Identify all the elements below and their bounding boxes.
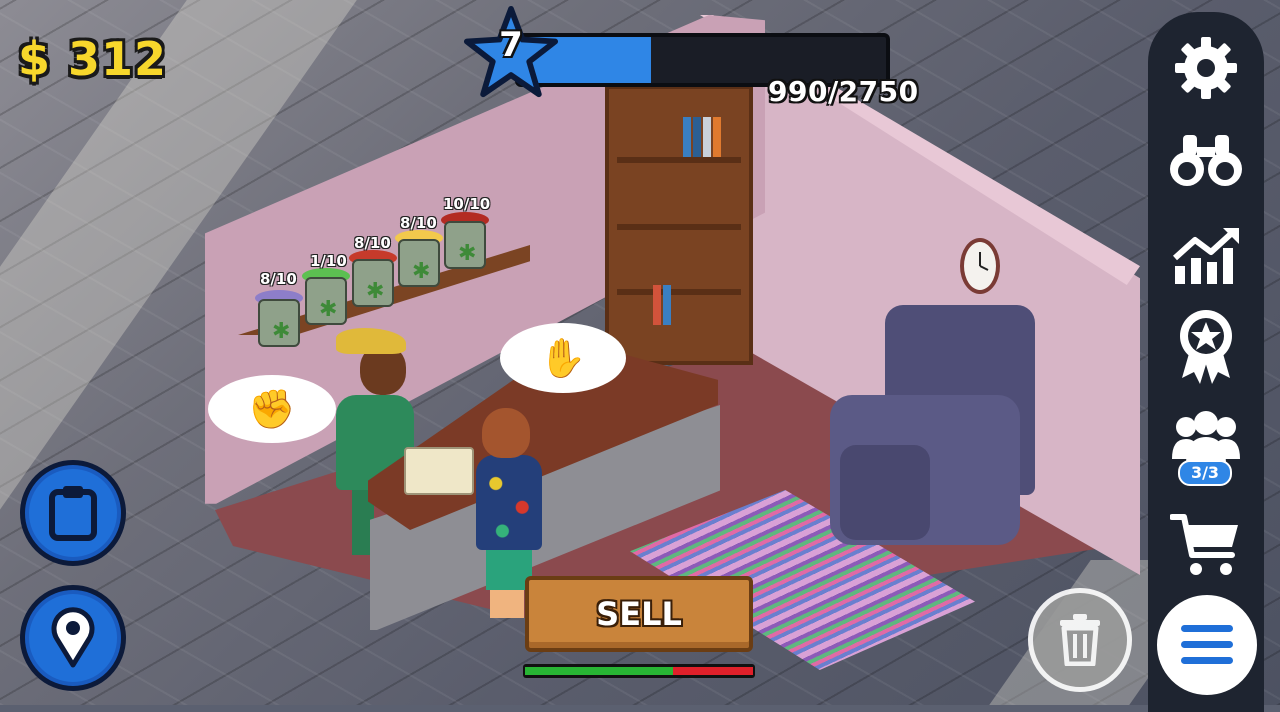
statistics-button[interactable] bbox=[1165, 220, 1247, 292]
cash-register bbox=[404, 447, 474, 495]
jar-stock-label: 8/10 bbox=[260, 270, 297, 288]
jar-body: ✱ bbox=[258, 299, 300, 347]
sell-button[interactable]: SELL bbox=[525, 576, 753, 652]
fist-icon: ✊ bbox=[248, 386, 296, 431]
bookcase-shelf bbox=[617, 289, 741, 295]
wall-clock bbox=[960, 238, 1000, 294]
leaf-icon: ✱ bbox=[319, 297, 338, 322]
product-jar[interactable]: ✱ bbox=[441, 212, 489, 270]
shop-button[interactable] bbox=[1165, 510, 1247, 582]
raised-hand-icon: ✋ bbox=[539, 335, 587, 380]
jar-stock-label: 8/10 bbox=[354, 234, 391, 252]
leaf-icon: ✱ bbox=[366, 279, 385, 304]
stats-chart-icon bbox=[1172, 228, 1239, 284]
deal-meter-red bbox=[673, 667, 753, 675]
jar-body: ✱ bbox=[398, 239, 440, 287]
jar-stock-label: 10/10 bbox=[443, 195, 491, 213]
seller-speech-bubble: ✊ bbox=[208, 375, 336, 443]
jar-stock-label: 1/10 bbox=[310, 252, 347, 270]
map-pin-icon bbox=[51, 607, 95, 668]
money-counter: $ 312 bbox=[18, 32, 168, 86]
product-jar[interactable]: ✱ bbox=[349, 250, 397, 308]
books bbox=[683, 117, 721, 157]
customer-legs bbox=[490, 588, 524, 618]
settings-button[interactable] bbox=[1165, 32, 1247, 104]
trash-button[interactable] bbox=[1028, 588, 1132, 692]
product-jar[interactable]: ✱ bbox=[302, 268, 350, 326]
jar-body: ✱ bbox=[352, 259, 394, 307]
product-jar[interactable]: ✱ bbox=[255, 290, 303, 348]
leaf-icon: ✱ bbox=[458, 241, 477, 266]
leaf-icon: ✱ bbox=[412, 259, 431, 284]
map-button[interactable] bbox=[20, 585, 126, 691]
trash-icon bbox=[1060, 614, 1100, 666]
xp-text: 990/2750 bbox=[768, 75, 919, 108]
jar-body: ✱ bbox=[444, 221, 486, 269]
jar-stock-label: 8/10 bbox=[400, 214, 437, 232]
deal-meter-green bbox=[525, 667, 673, 675]
clipboard-icon bbox=[49, 486, 97, 541]
bookcase[interactable] bbox=[605, 85, 753, 365]
customer-head bbox=[482, 408, 530, 458]
menu-button[interactable] bbox=[1152, 590, 1262, 700]
achievements-button[interactable] bbox=[1165, 310, 1247, 384]
award-badge-icon bbox=[1180, 310, 1232, 384]
books bbox=[653, 285, 671, 325]
workers-count-badge: 3/3 bbox=[1178, 460, 1232, 486]
deal-meter bbox=[523, 664, 755, 678]
armchair-arm bbox=[840, 445, 930, 540]
orders-button[interactable] bbox=[20, 460, 126, 566]
clock-hands-icon bbox=[979, 252, 989, 271]
customer-speech-bubble: ✋ bbox=[500, 323, 626, 393]
hamburger-menu-icon bbox=[1181, 625, 1233, 664]
leaf-icon: ✱ bbox=[272, 319, 291, 344]
customer-shirt-print bbox=[476, 455, 542, 550]
level-number: 7 bbox=[499, 25, 523, 65]
shopping-cart-icon bbox=[1170, 514, 1238, 575]
bookcase-shelf bbox=[617, 224, 741, 230]
explore-button[interactable] bbox=[1165, 125, 1247, 197]
bookcase-shelf bbox=[617, 157, 741, 163]
gear-icon bbox=[1175, 37, 1237, 99]
product-jar[interactable]: ✱ bbox=[395, 230, 443, 288]
jar-body: ✱ bbox=[305, 277, 347, 325]
binoculars-icon bbox=[1170, 135, 1242, 186]
